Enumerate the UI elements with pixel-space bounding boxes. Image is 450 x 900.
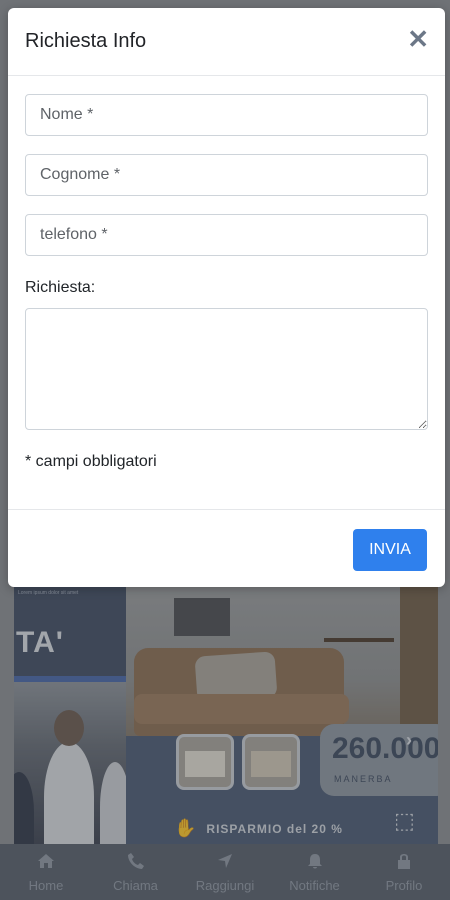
modal-title: Richiesta Info xyxy=(25,30,147,52)
info-request-modal: Richiesta Info ✕ Richiesta: * campi obbl… xyxy=(8,8,445,587)
richiesta-label: Richiesta: xyxy=(25,279,96,296)
richiesta-textarea[interactable] xyxy=(25,308,428,430)
modal-footer: INVIA xyxy=(8,509,445,587)
close-icon[interactable]: ✕ xyxy=(407,26,429,52)
modal-header: Richiesta Info ✕ xyxy=(8,8,445,76)
invia-button[interactable]: INVIA xyxy=(353,529,427,571)
nome-input[interactable] xyxy=(25,94,428,136)
telefono-input[interactable] xyxy=(25,214,428,256)
required-fields-note: * campi obbligatori xyxy=(25,453,157,470)
cognome-input[interactable] xyxy=(25,154,428,196)
